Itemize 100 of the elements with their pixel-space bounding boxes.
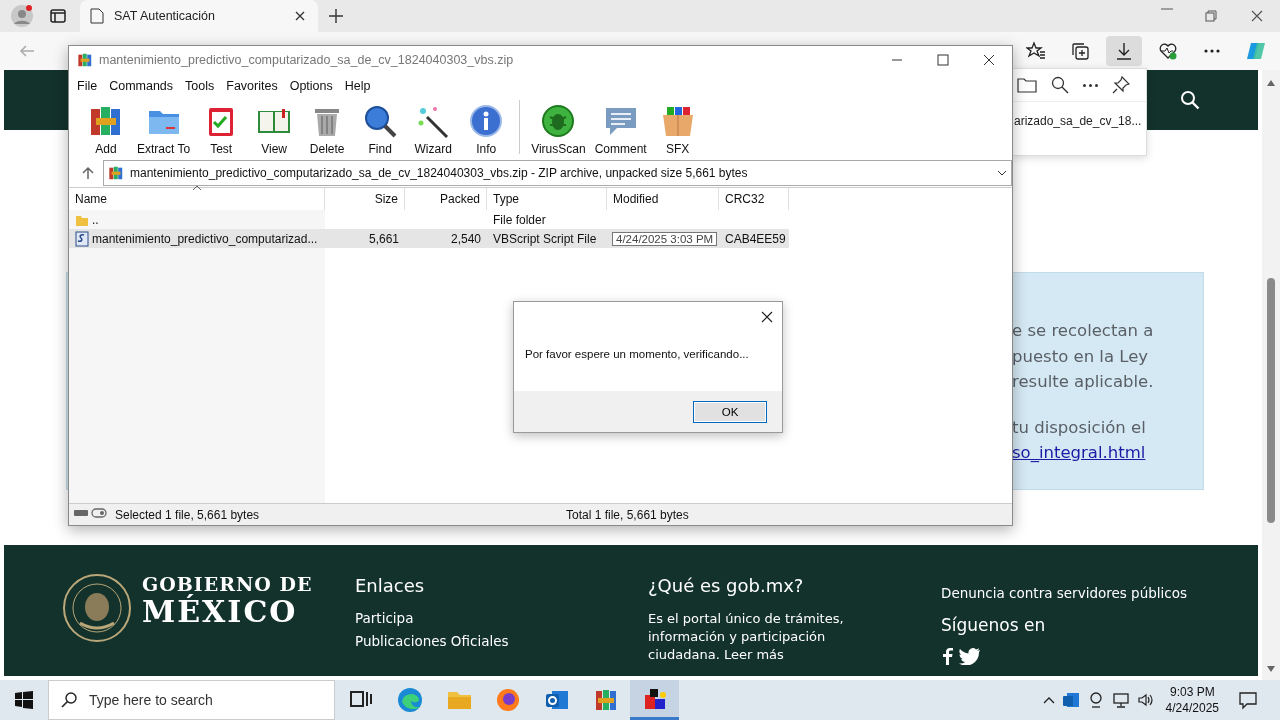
footer-link[interactable]: Participa [355, 610, 648, 626]
speaker-icon [1136, 691, 1155, 709]
books-icon [77, 52, 93, 68]
heart-pulse-icon [1158, 41, 1178, 61]
chevron-up-icon [1042, 696, 1055, 704]
info-text: tu disposición el [1012, 417, 1147, 439]
toolbar-button[interactable]: SFX [652, 103, 703, 156]
ok-button[interactable]: OK [693, 400, 767, 423]
scroll-down-icon [1267, 666, 1275, 672]
info-text: puesto en la Ley [1012, 346, 1150, 368]
page-icon [90, 8, 104, 24]
info-text: e se recolectan a [1012, 321, 1155, 342]
column-header[interactable]: CRC32 [719, 188, 789, 210]
menu-item[interactable]: Commands [103, 79, 180, 93]
table-cell-text: VBScript Script File [492, 231, 598, 246]
more-icon [1083, 83, 1098, 87]
notification-icon [1238, 690, 1258, 710]
clock-date: 4/24/2025 [1165, 700, 1219, 716]
dialog-message: Por favor espere un momento, verificando... [524, 347, 750, 360]
caret-icon [997, 169, 1007, 176]
emblem-icon [62, 573, 132, 643]
column-header[interactable]: Packed [405, 188, 487, 210]
clock-time: 9:03 PM [1169, 684, 1215, 700]
info-text: resulte aplicable. [1012, 372, 1155, 393]
mail-icon [1061, 691, 1080, 709]
table-cell: .. [69, 212, 325, 227]
table-cell-text: File folder [492, 212, 547, 227]
menu-item[interactable]: Favorites [220, 79, 284, 93]
toolbar-button[interactable]: Add [81, 103, 131, 156]
toolbar-button[interactable]: Extract To [134, 103, 194, 156]
drive-icon [73, 507, 107, 519]
close-icon [983, 54, 995, 66]
toolbar-button[interactable]: Comment [591, 103, 650, 156]
toolbar-button[interactable]: Delete [302, 103, 353, 156]
windows-icon [15, 691, 33, 709]
footer-link[interactable]: Denuncia contra servidores públicos [941, 585, 1187, 601]
column-header[interactable]: Type [487, 188, 607, 210]
column-header[interactable]: Name [69, 188, 325, 210]
collections-icon [1070, 41, 1090, 61]
table-cell-text: 5,661 [367, 231, 400, 246]
status-text: Total 1 file, 5,661 bytes [566, 507, 689, 522]
column-header[interactable]: Modified [607, 188, 719, 210]
window-title: mantenimiento_predictivo_computarizado_sa_de_cv_1824040303_vbs.zip [99, 53, 514, 67]
profile-icon [10, 4, 34, 28]
status-text: Selected 1 file, 5,661 bytes [115, 507, 261, 522]
facebook-icon [941, 647, 953, 665]
menu-item[interactable]: File [71, 79, 104, 93]
path-field[interactable]: mantenimiento_predictivo_computarizado_sa_de_cv_1824040303_vbs.zip - ZIP archive, unpacked size 5,661 bytes [103, 159, 1012, 186]
search-icon [61, 692, 77, 708]
file-row[interactable]: .. File folder [69, 210, 789, 229]
menu-item[interactable]: Tools [179, 79, 221, 93]
footer-heading: Enlaces [355, 575, 426, 596]
scroll-up-icon [1267, 80, 1275, 86]
menu-item[interactable]: Help [338, 79, 377, 93]
footer-link[interactable]: Publicaciones Oficiales [355, 633, 648, 649]
download-item[interactable]: arizado_sa_de_cv_18... [1013, 102, 1146, 128]
toolbar-button[interactable]: VirusScan [528, 103, 589, 156]
search-icon [1180, 90, 1200, 110]
up-arrow-icon [81, 165, 95, 180]
toolbar-button[interactable]: Info [461, 103, 512, 156]
footer-paragraph: Es el portal único de trámites, información y participación ciudadana. Leer más [648, 610, 845, 664]
menu-item[interactable]: Options [283, 79, 339, 93]
taskbar-app[interactable] [630, 680, 679, 720]
scrollbar[interactable] [1262, 70, 1280, 680]
read-more-link[interactable]: Leer más [723, 647, 784, 662]
copilot-icon [1245, 40, 1267, 62]
tooltip: 4/24/2025 3:03 PM [612, 231, 718, 246]
tab-actions-icon [50, 8, 66, 24]
books-icon [108, 164, 124, 181]
column-header[interactable]: Size [325, 188, 405, 210]
logo-text: MÉXICO [142, 595, 299, 628]
taskbar-search-field[interactable]: Type here to search [48, 680, 335, 720]
toolbar-button[interactable]: Test [196, 103, 247, 156]
info-link[interactable]: so_integral.html [1012, 443, 1146, 462]
pin-icon [1112, 76, 1130, 94]
footer-heading: Síguenos en [941, 615, 1047, 635]
toolbar-button[interactable]: View [249, 103, 300, 156]
downloads-button[interactable] [1106, 36, 1142, 66]
download-icon [1114, 41, 1134, 61]
maximize-icon [937, 54, 949, 66]
script-file-icon [75, 230, 89, 247]
more-icon [1204, 49, 1220, 53]
scroll-thumb[interactable] [1267, 278, 1275, 523]
file-row[interactable]: mantenimiento_predictivo_computarizad... 5,661 2,540 VBScript Script File 4/24/2025 3:03 PM CAB4EE59 [69, 229, 789, 248]
sort-caret-icon [191, 185, 202, 191]
search-icon [362, 103, 399, 139]
browser-tab[interactable]: SAT Autenticación [80, 0, 318, 32]
table-cell: mantenimiento_predictivo_computarizad... [69, 230, 325, 247]
table-cell-text: 2,540 [449, 231, 482, 246]
folder-icon [1017, 76, 1037, 94]
minimize-icon [1161, 8, 1173, 10]
toolbar-button[interactable]: Find [355, 103, 406, 156]
toolbar-button[interactable]: Wizard [408, 103, 459, 156]
bug-icon [540, 103, 577, 139]
close-icon [1249, 8, 1265, 24]
close-icon [760, 310, 774, 324]
favorites-icon [1026, 41, 1046, 61]
info-icon [468, 103, 505, 139]
footer-heading: ¿Qué es gob.mx? [648, 575, 805, 596]
search-icon [1051, 76, 1069, 94]
